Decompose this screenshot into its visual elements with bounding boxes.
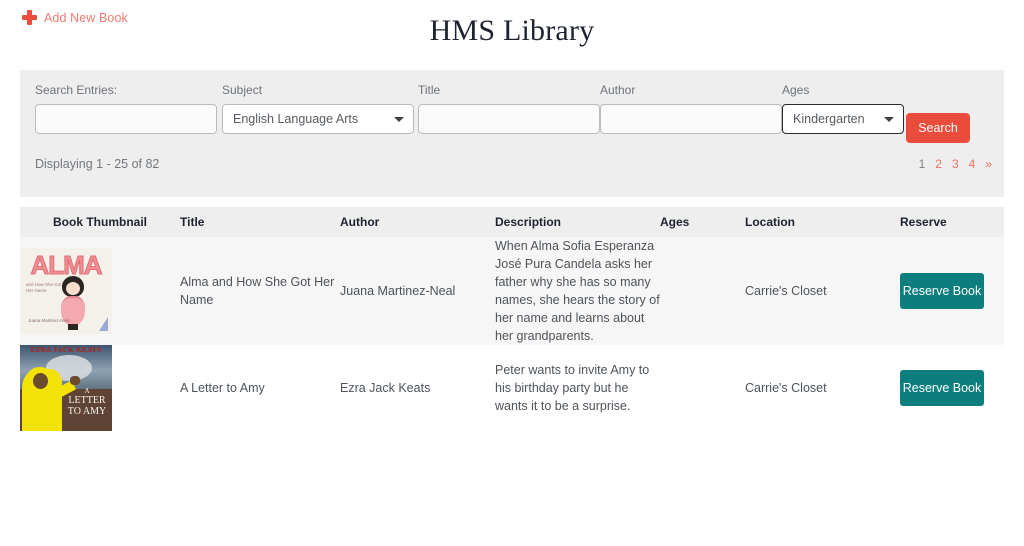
cover-pencil-icon xyxy=(99,317,108,331)
search-button[interactable]: Search xyxy=(906,113,970,143)
pagination-page-4[interactable]: 4 xyxy=(969,157,976,171)
subject-select-value: English Language Arts xyxy=(233,112,359,126)
cover-title-line1: A xyxy=(84,387,90,395)
title-input[interactable] xyxy=(418,104,600,134)
book-thumbnail-cell: ALMA and How She Got Her Name Juana Mart… xyxy=(20,237,180,345)
pagination-next[interactable]: » xyxy=(985,157,992,171)
table-header-row: Book Thumbnail Title Author Description … xyxy=(20,207,1004,237)
field-title: Title xyxy=(418,83,600,134)
cover-title-line3: TO AMY xyxy=(67,406,107,417)
cover-figure-face xyxy=(66,282,80,295)
results-bar: Displaying 1 - 25 of 82 1 2 3 4 » xyxy=(20,150,1004,184)
book-title-cell: Alma and How She Got Her Name xyxy=(180,237,340,345)
cover-title-text: ALMA xyxy=(30,250,103,280)
plus-icon xyxy=(22,10,37,25)
cover-subtitle-text: and How She Got Her Name xyxy=(26,282,62,293)
author-label: Author xyxy=(600,83,636,97)
reserve-book-button[interactable]: Reserve Book xyxy=(900,273,984,309)
book-reserve-cell: Reserve Book xyxy=(900,345,1004,431)
field-ages: Ages Kindergarten xyxy=(782,83,904,134)
book-description-cell: Peter wants to invite Amy to his birthda… xyxy=(495,345,660,431)
subject-label: Subject xyxy=(222,83,263,97)
table-row: ALMA and How She Got Her Name Juana Mart… xyxy=(20,237,1004,345)
book-ages-cell xyxy=(660,345,745,431)
book-cover-image[interactable]: EZRA JACK KEATS A LETTER TO AMY xyxy=(20,345,112,431)
cover-figure-hand xyxy=(70,376,80,385)
search-panel: Search Entries: Subject English Language… xyxy=(20,70,1004,197)
reserve-book-button[interactable]: Reserve Book xyxy=(900,370,984,406)
field-subject: Subject English Language Arts xyxy=(222,83,414,134)
book-reserve-cell: Reserve Book xyxy=(900,237,1004,345)
cover-title-text: A LETTER TO AMY xyxy=(66,387,108,417)
book-table: Book Thumbnail Title Author Description … xyxy=(20,207,1004,431)
field-author: Author xyxy=(600,83,782,134)
subject-select[interactable]: English Language Arts xyxy=(222,104,414,134)
book-ages-cell xyxy=(660,237,745,345)
search-entries-input[interactable] xyxy=(35,104,217,134)
book-location-cell: Carrie's Closet xyxy=(745,237,900,345)
top-bar: Add New Book HMS Library xyxy=(0,0,1024,62)
ages-label: Ages xyxy=(782,83,810,97)
search-entries-label: Search Entries: xyxy=(35,83,118,97)
column-header-location: Location xyxy=(745,207,900,237)
title-label: Title xyxy=(418,83,441,97)
book-location-cell: Carrie's Closet xyxy=(745,345,900,431)
book-author-cell[interactable]: Juana Martinez-Neal xyxy=(340,237,495,345)
book-thumbnail-cell: EZRA JACK KEATS A LETTER TO AMY xyxy=(20,345,180,431)
column-header-ages: Ages xyxy=(660,207,745,237)
column-header-description: Description xyxy=(495,207,660,237)
chevron-down-icon xyxy=(394,117,404,122)
ages-select[interactable]: Kindergarten xyxy=(782,104,904,134)
column-header-title: Title xyxy=(180,207,340,237)
displaying-count: Displaying 1 - 25 of 82 xyxy=(35,157,160,171)
book-table-head: Book Thumbnail Title Author Description … xyxy=(20,207,1004,237)
book-description-cell: When Alma Sofia Esperanza José Pura Cand… xyxy=(495,237,660,345)
pagination-page-3[interactable]: 3 xyxy=(952,157,959,171)
cover-title-line2: LETTER xyxy=(68,395,106,406)
search-fields: Search Entries: Subject English Language… xyxy=(20,70,1004,148)
column-header-thumbnail: Book Thumbnail xyxy=(20,207,180,237)
field-search-entries: Search Entries: xyxy=(35,83,217,134)
pagination-page-2[interactable]: 2 xyxy=(935,157,942,171)
pagination: 1 2 3 4 » xyxy=(919,157,992,171)
cover-figure-legs xyxy=(68,324,78,330)
column-header-author: Author xyxy=(340,207,495,237)
add-new-book-label: Add New Book xyxy=(44,10,128,25)
book-author-cell[interactable]: Ezra Jack Keats xyxy=(340,345,495,431)
book-table-body: ALMA and How She Got Her Name Juana Mart… xyxy=(20,237,1004,431)
cover-figure-face xyxy=(33,373,48,389)
chevron-down-icon xyxy=(884,117,894,122)
table-row: EZRA JACK KEATS A LETTER TO AMY A Letter… xyxy=(20,345,1004,431)
cover-headline-text: EZRA JACK KEATS xyxy=(30,346,102,354)
author-input[interactable] xyxy=(600,104,782,134)
book-cover-image[interactable]: ALMA and How She Got Her Name Juana Mart… xyxy=(20,248,112,334)
pagination-page-1[interactable]: 1 xyxy=(919,157,926,171)
book-title-cell: A Letter to Amy xyxy=(180,345,340,431)
column-header-reserve: Reserve xyxy=(900,207,1004,237)
cover-author-text: Juana Martinez-Neal xyxy=(28,318,70,323)
page-title: HMS Library xyxy=(429,14,595,47)
add-new-book-link[interactable]: Add New Book xyxy=(22,10,128,25)
